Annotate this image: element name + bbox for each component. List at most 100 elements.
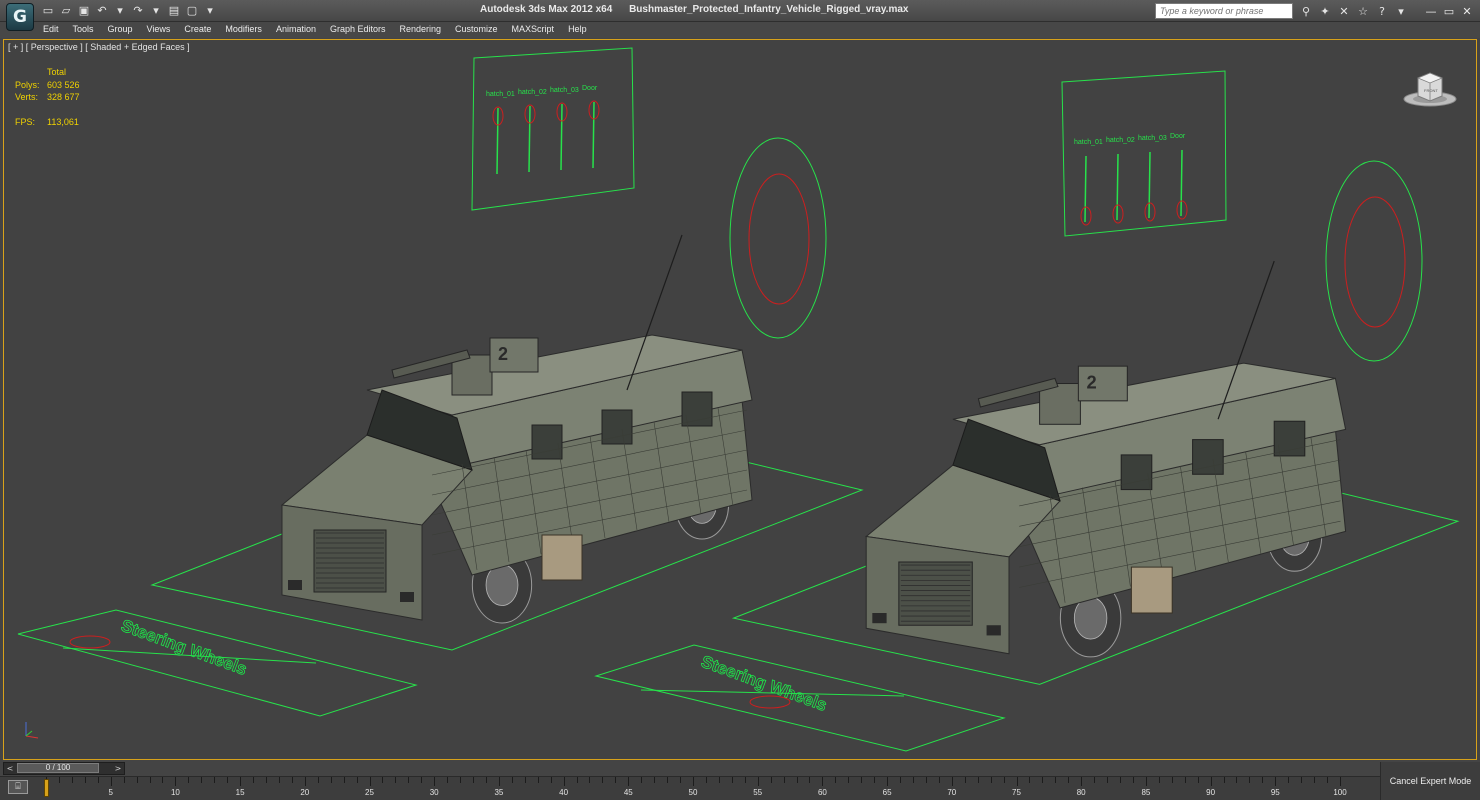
menu-rendering[interactable]: Rendering (393, 22, 449, 38)
ruler-label: 30 (429, 788, 439, 797)
rig-slider-label: hatch_01 (1074, 139, 1103, 146)
ruler-tick (175, 777, 177, 786)
ruler-tick (718, 777, 720, 783)
help-icon[interactable]: ? (1374, 3, 1390, 19)
time-slider-next-button[interactable]: > (113, 763, 123, 773)
time-slider[interactable]: < 0 / 100 > (3, 762, 125, 775)
open-file-icon[interactable]: ▱ (58, 2, 74, 18)
cancel-expert-mode-button[interactable]: Cancel Expert Mode (1380, 762, 1480, 800)
application-menu-button[interactable]: G (6, 3, 34, 31)
redo-icon[interactable]: ↷ (130, 2, 146, 18)
ruler-tick (887, 777, 889, 786)
playhead-marker[interactable] (44, 779, 49, 797)
rig-slider-label: Door (1170, 133, 1186, 140)
undo-icon[interactable]: ↶ (94, 2, 110, 18)
rig-slider-handle (1080, 206, 1092, 226)
favorites-star-icon[interactable]: ☆ (1355, 3, 1371, 19)
infocenter: ⚲✦✕☆?▾ —▭✕ (1155, 2, 1476, 20)
ruler-tick (770, 777, 772, 783)
ruler-tick (58, 777, 60, 783)
rig-panel-frame (471, 47, 635, 211)
menu-views[interactable]: Views (140, 22, 178, 38)
headlight (400, 592, 414, 602)
ruler-tick (97, 777, 99, 783)
menu-animation[interactable]: Animation (269, 22, 323, 38)
ruler-tick (1055, 777, 1057, 783)
ruler-tick (1301, 777, 1303, 783)
time-slider-prev-button[interactable]: < (5, 763, 15, 773)
search-input[interactable] (1155, 3, 1293, 19)
menu-bar: Edit Tools Group Views Create Modifiers Animat… (0, 22, 1480, 38)
frame-ruler[interactable]: 5 10 15 20 25 30 35 40 45 50 55 60 65 70 75 80 85 90 95 100 (44, 777, 1374, 800)
minimize-icon[interactable]: — (1422, 3, 1440, 19)
fps-value: 113,061 (47, 116, 79, 127)
ruler-tick (731, 777, 733, 783)
app-logo-icon: G (13, 7, 27, 27)
ruler-tick (705, 777, 707, 783)
ruler-label: 95 (1270, 788, 1280, 797)
ruler-tick (693, 777, 694, 786)
subscription-icon[interactable]: ✦ (1317, 3, 1333, 19)
help-dropdown-icon[interactable]: ▾ (1393, 3, 1409, 19)
ruler-tick (1314, 777, 1316, 783)
ruler-tick (835, 777, 837, 783)
ruler-tick (1197, 777, 1199, 783)
menu-graph-editors[interactable]: Graph Editors (323, 22, 393, 38)
ruler-tick (473, 777, 475, 783)
ruler-tick (71, 777, 73, 783)
ruler-tick (253, 777, 255, 783)
ruler-label: 100 (1333, 788, 1347, 797)
menu-maxscript[interactable]: MAXScript (505, 22, 562, 38)
polys-value: 603 526 (47, 79, 80, 90)
file-name: Bushmaster_Protected_Infantry_Vehicle_Ri… (629, 4, 909, 15)
ruler-tick (1275, 777, 1277, 786)
undo-dropdown-icon[interactable]: ▾ (112, 2, 128, 18)
ruler-tick (240, 777, 242, 786)
menu-modifiers[interactable]: Modifiers (218, 22, 269, 38)
maximize-icon[interactable]: ▭ (1440, 3, 1458, 19)
storage-box (541, 534, 583, 581)
ruler-label: 75 (1012, 788, 1021, 797)
scene-canvas[interactable]: hatch_01 hatch_02 hatch_03 Door2Steering Wh… (4, 40, 1477, 760)
communication-icon[interactable]: ✕ (1336, 3, 1352, 19)
rig-slider-label: Door (582, 85, 598, 92)
menu-customize[interactable]: Customize (448, 22, 505, 38)
title-bar: ▭ ▱ ▣ ↶ ▾ ↷ ▾ ▤ ▢ ▾ Autodesk 3ds Max 2012 x64 Bus… (0, 0, 1480, 22)
viewcube-icon[interactable]: FRONT (1402, 68, 1458, 108)
ruler-tick (421, 777, 423, 783)
time-slider-thumb[interactable]: 0 / 100 (17, 763, 99, 773)
rig-slider-track (1116, 153, 1119, 221)
ruler-tick (951, 777, 953, 786)
ruler-tick (291, 777, 293, 783)
menu-tools[interactable]: Tools (66, 22, 101, 38)
viewport-label[interactable]: [ + ] [ Perspective ] [ Shaded + Edged F… (8, 42, 190, 52)
rig-slider-handle (1112, 204, 1124, 224)
rig-slider-label: hatch_02 (518, 89, 547, 96)
menu-help[interactable]: Help (561, 22, 594, 38)
ruler-label: 10 (170, 788, 180, 797)
new-file-icon[interactable]: ▭ (40, 2, 56, 18)
perspective-viewport[interactable]: hatch_01 hatch_02 hatch_03 Door 2 Steering Wh… (3, 39, 1477, 760)
ruler-tick (1210, 777, 1212, 786)
save-icon[interactable]: ▣ (76, 2, 92, 18)
ruler-tick (757, 777, 759, 786)
ruler-tick (654, 777, 656, 783)
turret-ring-outer-2 (1325, 160, 1423, 362)
binoculars-icon[interactable]: ⚲ (1298, 3, 1314, 19)
redo-dropdown-icon[interactable]: ▾ (148, 2, 164, 18)
quick-access-toolbar: ▭ ▱ ▣ ↶ ▾ ↷ ▾ ▤ ▢ ▾ (40, 2, 218, 20)
rig-slider-label: hatch_03 (550, 87, 579, 94)
track-bar[interactable]: ⌸ 5 10 15 20 25 30 35 40 45 50 55 60 65 70 75 80 85 90 95 1… (0, 776, 1380, 800)
menu-create[interactable]: Create (177, 22, 218, 38)
close-icon[interactable]: ✕ (1458, 3, 1476, 19)
headlight (986, 625, 1001, 636)
ruler-tick (783, 777, 785, 783)
side-window (531, 424, 563, 460)
hold-icon[interactable]: ▤ (166, 2, 182, 18)
menu-edit[interactable]: Edit (36, 22, 66, 38)
menu-group[interactable]: Group (101, 22, 140, 38)
mini-curve-editor-icon[interactable]: ⌸ (8, 780, 28, 794)
customize-qat-icon[interactable]: ▾ (202, 2, 218, 18)
ruler-tick (434, 777, 436, 786)
project-folder-icon[interactable]: ▢ (184, 2, 200, 18)
